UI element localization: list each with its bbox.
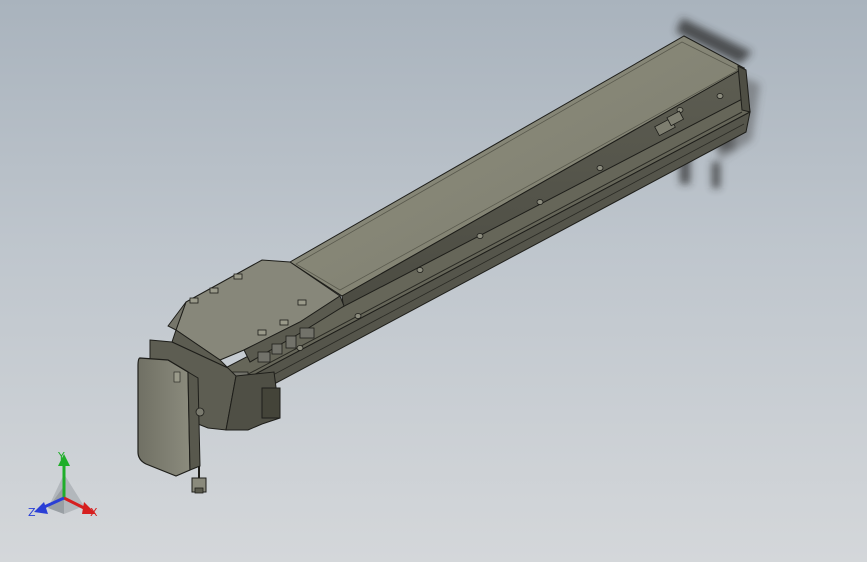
z-axis-label: Z [28, 506, 36, 519]
y-axis-label: Y [57, 450, 65, 463]
cable-connector[interactable] [191, 466, 207, 494]
cad-model-view[interactable]: Y X Z [0, 0, 867, 562]
motor-housing[interactable] [137, 357, 205, 477]
coordinate-triad[interactable]: Y X Z [28, 450, 98, 519]
x-axis-label: X [90, 506, 98, 519]
z-axis-arrow-icon [34, 502, 48, 514]
3d-graphics-viewport[interactable]: Y X Z [0, 0, 867, 562]
